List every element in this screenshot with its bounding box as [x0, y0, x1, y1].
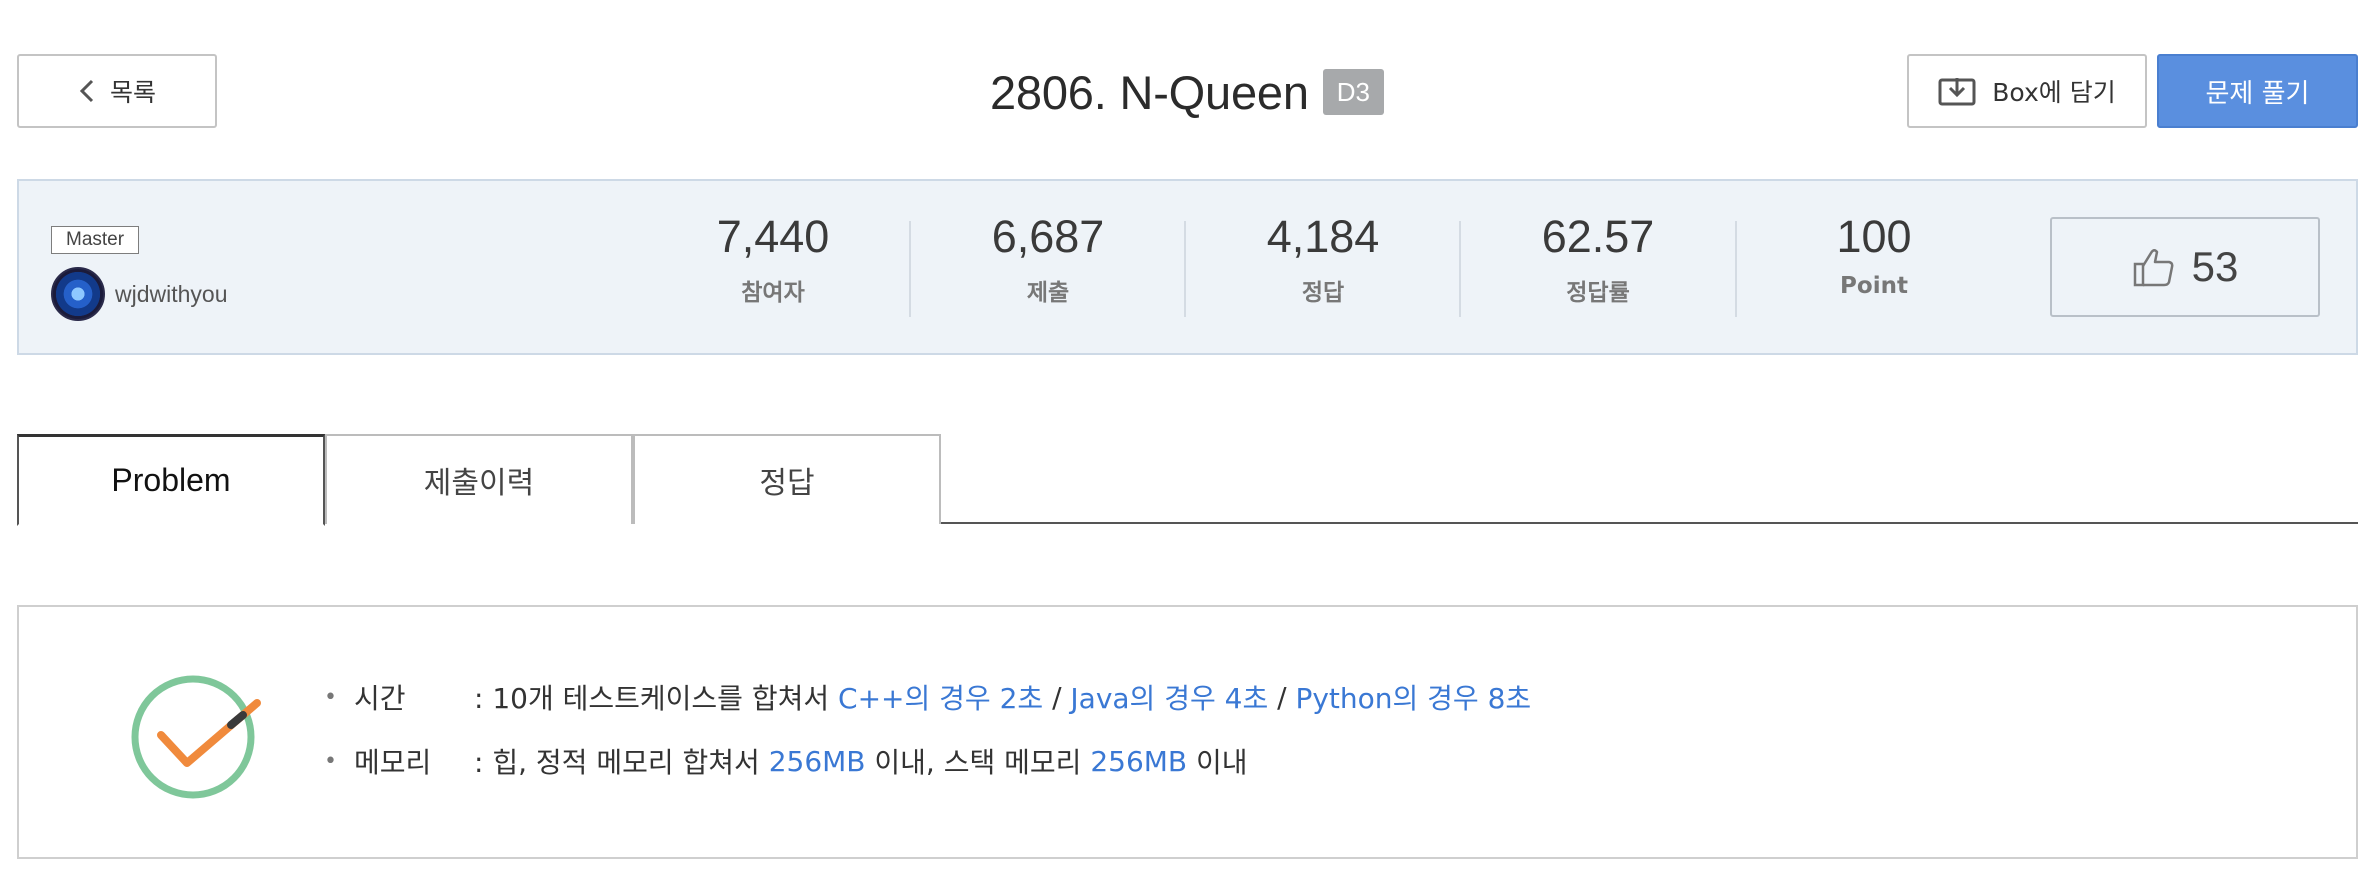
avatar — [51, 267, 105, 321]
stat-points: 100 Point — [1754, 209, 1994, 327]
separator: / — [1043, 680, 1071, 714]
stack-memory-limit: 256MB — [1090, 744, 1188, 778]
stat-divider — [909, 221, 911, 317]
time-limit-label: 시간 — [354, 682, 406, 715]
back-to-list-button[interactable]: 목록 — [17, 54, 217, 128]
separator: / — [1268, 680, 1296, 714]
memory-limit-label: 메모리 — [354, 746, 432, 779]
tab-answers[interactable]: 정답 — [633, 434, 941, 524]
difficulty-badge: D3 — [1322, 69, 1385, 115]
memory-limit-row: • 메모리 : 힙, 정적 메모리 합쳐서 256MB 이내, 스택 메모리 2… — [324, 741, 1248, 781]
stat-accuracy: 62.57 정답률 — [1478, 209, 1718, 327]
time-limit-row: • 시간 : 10개 테스트케이스를 합쳐서 C++의 경우 2초 / Java… — [324, 677, 1531, 717]
like-button[interactable]: 53 — [2050, 217, 2320, 317]
back-button-label: 목록 — [109, 78, 156, 107]
stat-label: 제출 — [1026, 280, 1070, 306]
stat-divider — [1735, 221, 1737, 317]
like-count: 53 — [2191, 243, 2239, 290]
stat-label: 정답률 — [1566, 280, 1630, 306]
problem-stats-panel: Master wjdwithyou 7,440 참여자 6,687 제출 4,1… — [17, 179, 2358, 355]
stat-label: 참여자 — [741, 280, 805, 306]
stat-label: 정답 — [1301, 280, 1345, 306]
cpp-time-limit: C++의 경우 2초 — [838, 682, 1044, 715]
problem-title: 2806. N-Queen — [989, 65, 1309, 119]
chevron-left-icon — [79, 79, 94, 103]
tab-label: 제출이력 — [423, 466, 535, 501]
time-limit-prefix: : 10개 테스트케이스를 합쳐서 — [474, 682, 839, 715]
tab-problem[interactable]: Problem — [17, 434, 325, 526]
stat-submissions: 6,687 제출 — [928, 209, 1168, 327]
stat-value: 6,687 — [991, 211, 1105, 262]
stat-correct: 4,184 정답 — [1203, 209, 1443, 327]
stat-label: Point — [1840, 273, 1908, 299]
author-info[interactable]: wjdwithyou — [51, 267, 228, 321]
stat-value: 4,184 — [1266, 211, 1380, 262]
add-to-box-button[interactable]: Box에 담기 — [1907, 54, 2147, 128]
download-box-icon — [1938, 78, 1976, 106]
bullet-icon: • — [324, 684, 337, 710]
python-time-limit: Python의 경우 8초 — [1295, 682, 1532, 715]
solve-button-label: 문제 풀기 — [2205, 78, 2310, 109]
tab-submission-history[interactable]: 제출이력 — [325, 434, 633, 524]
add-to-box-label: Box에 담기 — [1992, 78, 2116, 107]
memory-limit-mid: 이내, 스택 메모리 — [865, 746, 1091, 779]
problem-page: 목록 2806. N-Queen D3 Box에 담기 문제 풀기 Master… — [0, 0, 2374, 880]
author-rank-badge: Master — [51, 226, 140, 254]
tab-label: 정답 — [759, 466, 815, 501]
java-time-limit: Java의 경우 4초 — [1070, 682, 1269, 715]
bullet-icon: • — [324, 748, 337, 774]
stat-divider — [1459, 221, 1461, 317]
check-circle-icon — [131, 675, 261, 799]
heap-memory-limit: 256MB — [768, 744, 866, 778]
stat-participants: 7,440 참여자 — [653, 209, 893, 327]
stat-divider — [1184, 221, 1186, 317]
stat-value: 100 — [1836, 211, 1912, 262]
constraints-box: • 시간 : 10개 테스트케이스를 합쳐서 C++의 경우 2초 / Java… — [17, 605, 2358, 859]
memory-limit-suffix: 이내 — [1187, 746, 1248, 779]
memory-limit-prefix: : 힙, 정적 메모리 합쳐서 — [474, 746, 769, 779]
stat-value: 7,440 — [716, 211, 830, 262]
solve-problem-button[interactable]: 문제 풀기 — [2157, 54, 2358, 128]
thumbs-up-icon — [2133, 249, 2174, 287]
tab-label: Problem — [111, 462, 231, 498]
stat-value: 62.57 — [1541, 211, 1655, 262]
author-name: wjdwithyou — [115, 280, 228, 307]
